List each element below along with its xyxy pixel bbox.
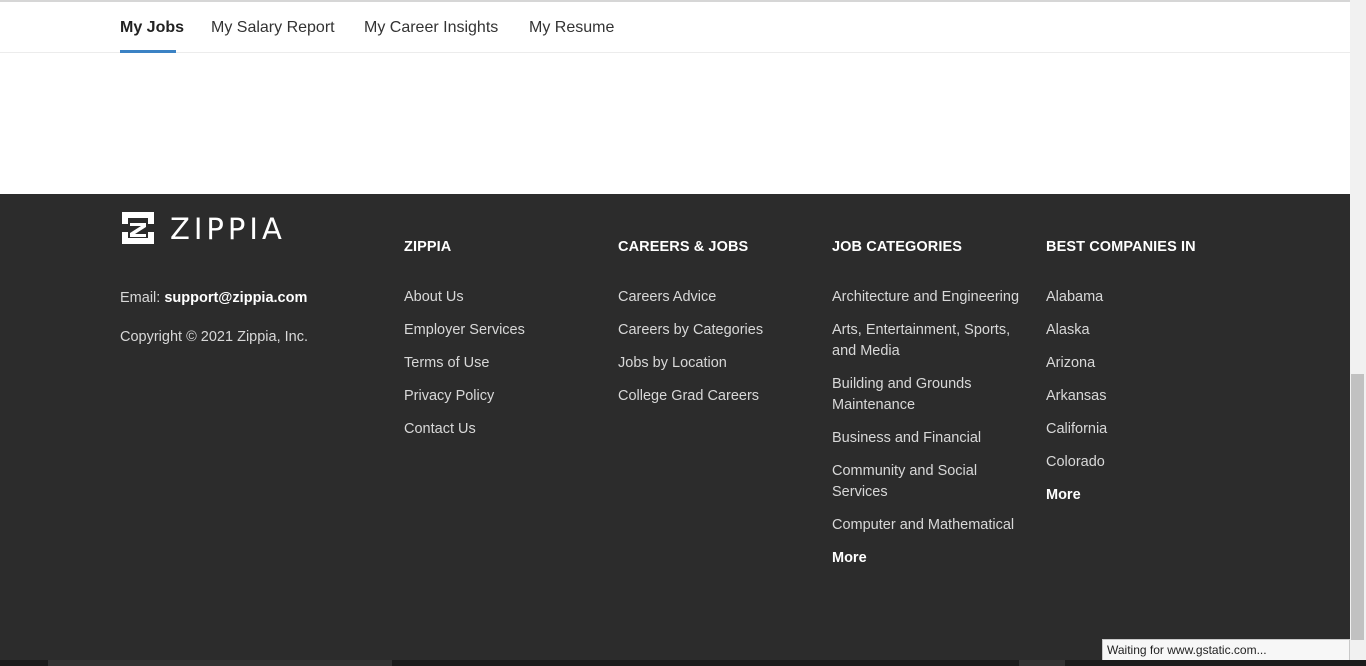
footer-link[interactable]: Careers Advice — [618, 287, 763, 308]
email-link[interactable]: support@zippia.com — [164, 290, 307, 306]
taskbar-segment — [48, 660, 392, 666]
email-label: Email: — [120, 290, 161, 306]
footer-link[interactable]: Arizona — [1046, 353, 1196, 374]
footer-column-job-categories: JOB CATEGORIES Architecture and Engineer… — [832, 239, 1022, 581]
zippia-logo-icon — [122, 212, 154, 244]
footer-column-careers-jobs: CAREERS & JOBS Careers Advice Careers by… — [618, 239, 763, 419]
footer-link[interactable]: Community and Social Services — [832, 461, 1022, 503]
footer-link[interactable]: Computer and Mathematical — [832, 515, 1022, 536]
footer-link[interactable]: Colorado — [1046, 452, 1196, 473]
footer-link[interactable]: Terms of Use — [404, 353, 525, 374]
more-link[interactable]: More — [832, 548, 1022, 569]
taskbar-segment — [1019, 660, 1065, 666]
footer-column-zippia: ZIPPIA About Us Employer Services Terms … — [404, 239, 525, 452]
footer-link[interactable]: Jobs by Location — [618, 353, 763, 374]
footer-link[interactable]: College Grad Careers — [618, 386, 763, 407]
column-heading: CAREERS & JOBS — [618, 239, 749, 255]
logo-wordmark: ZIPPIA — [170, 212, 286, 246]
zippia-logo[interactable]: ZIPPIA — [120, 210, 282, 246]
browser-status-bar: Waiting for www.gstatic.com... — [1102, 639, 1350, 661]
footer-link[interactable]: Contact Us — [404, 419, 525, 440]
column-heading: JOB CATEGORIES — [832, 239, 963, 255]
footer-link[interactable]: Alabama — [1046, 287, 1196, 308]
footer-link[interactable]: Architecture and Engineering — [832, 287, 1022, 308]
footer-link[interactable]: Alaska — [1046, 320, 1196, 341]
footer-link[interactable]: Arkansas — [1046, 386, 1196, 407]
site-footer: ZIPPIA Email: support@zippia.com Copyrig… — [0, 194, 1350, 660]
footer-link[interactable]: About Us — [404, 287, 525, 308]
scrollbar-thumb[interactable] — [1351, 374, 1364, 640]
footer-link[interactable]: Employer Services — [404, 320, 525, 341]
tab-my-resume[interactable]: My Resume — [529, 19, 614, 37]
footer-link[interactable]: California — [1046, 419, 1196, 440]
column-heading: BEST COMPANIES IN — [1046, 239, 1196, 255]
active-tab-indicator — [120, 50, 176, 53]
footer-column-best-companies: BEST COMPANIES IN Alabama Alaska Arizona… — [1046, 239, 1196, 518]
footer-link[interactable]: Careers by Categories — [618, 320, 763, 341]
footer-link[interactable]: Privacy Policy — [404, 386, 525, 407]
tab-my-salary-report[interactable]: My Salary Report — [211, 19, 335, 37]
taskbar-strip — [0, 660, 1366, 666]
copyright-text: Copyright © 2021 Zippia, Inc. — [120, 329, 309, 345]
account-navbar: My Jobs My Salary Report My Career Insig… — [0, 2, 1350, 53]
footer-link[interactable]: Building and Grounds Maintenance — [832, 374, 1022, 416]
tab-my-career-insights[interactable]: My Career Insights — [364, 19, 498, 37]
tab-my-jobs[interactable]: My Jobs — [120, 19, 184, 37]
more-link[interactable]: More — [1046, 485, 1196, 506]
contact-email: Email: support@zippia.com — [120, 290, 307, 306]
footer-link[interactable]: Business and Financial — [832, 428, 1022, 449]
footer-link[interactable]: Arts, Entertainment, Sports, and Media — [832, 320, 1022, 362]
column-heading: ZIPPIA — [404, 239, 452, 255]
